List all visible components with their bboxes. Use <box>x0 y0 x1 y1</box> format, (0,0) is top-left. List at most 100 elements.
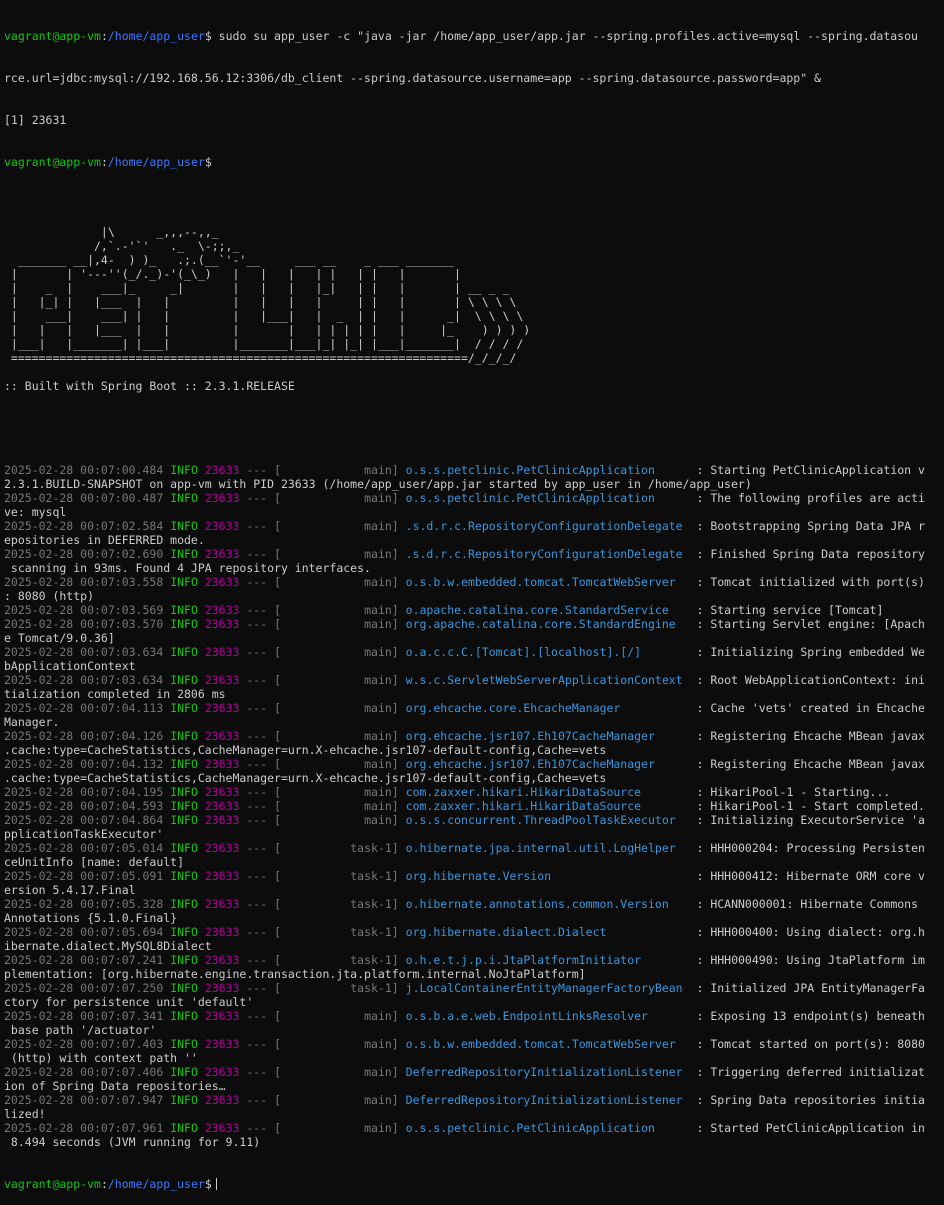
log-thread: task-1] <box>287 841 399 855</box>
log-thread: main] <box>287 645 399 659</box>
log-message: : HikariPool-1 - Starting... <box>689 785 891 799</box>
log-message: : Root WebApplicationContext: ini <box>689 673 925 687</box>
log-separator: --- [ <box>239 463 281 477</box>
log-continuation: .cache:type=CacheStatistics,CacheManager… <box>4 771 607 785</box>
log-separator: --- [ <box>239 1065 281 1079</box>
log-timestamp: 2025-02-28 00:07:07.250 <box>4 981 164 995</box>
log-level: INFO <box>170 491 198 505</box>
prompt-path: /home/app_user <box>107 1177 205 1191</box>
banner-line: | | | |___ | | | | | | | | | | |_ ) ) ) … <box>4 323 531 337</box>
log-level: INFO <box>170 1009 198 1023</box>
log-continuation: ibernate.dialect.MySQL8Dialect <box>4 939 212 953</box>
log-timestamp: 2025-02-28 00:07:03.570 <box>4 617 164 631</box>
log-entry: 2025-02-28 00:07:04.593 INFO 23633 --- [… <box>4 799 944 813</box>
log-thread: task-1] <box>287 869 399 883</box>
banner-line <box>4 407 944 421</box>
log-level: INFO <box>170 1065 198 1079</box>
prompt-symbol: $ <box>204 1177 212 1191</box>
log-message: : Spring Data repositories initia <box>689 1093 925 1107</box>
log-thread: main] <box>287 1093 399 1107</box>
terminal-window[interactable]: vagrant@app-vm:/home/app_user$ sudo su a… <box>0 0 944 1205</box>
log-thread: main] <box>287 603 399 617</box>
log-message: : Initializing ExecutorService 'a <box>689 813 925 827</box>
log-message: : Tomcat initialized with port(s) <box>689 575 925 589</box>
log-separator: --- [ <box>239 491 281 505</box>
log-level: INFO <box>170 869 198 883</box>
log-message: : Initializing Spring embedded We <box>689 645 925 659</box>
log-pid: 23633 <box>204 575 240 589</box>
log-pid: 23633 <box>204 953 240 967</box>
log-pid: 23633 <box>204 925 240 939</box>
log-entry: 2025-02-28 00:07:07.947 INFO 23633 --- [… <box>4 1093 944 1107</box>
log-thread: task-1] <box>287 897 399 911</box>
final-prompt-line[interactable]: vagrant@app-vm:/home/app_user$ <box>4 1177 944 1191</box>
log-level: INFO <box>170 897 198 911</box>
spring-banner: |\ _,,,--,,_ /,`.-'`' ._ \-;;,_ _______ … <box>4 197 944 435</box>
log-thread: task-1] <box>287 981 399 995</box>
log-separator: --- [ <box>239 1037 281 1051</box>
log-logger: .s.d.r.c.RepositoryConfigurationDelegate <box>405 547 683 561</box>
log-pid: 23633 <box>204 841 240 855</box>
log-timestamp: 2025-02-28 00:07:03.569 <box>4 603 164 617</box>
log-separator: --- [ <box>239 1093 281 1107</box>
log-separator: --- [ <box>239 1121 281 1135</box>
log-thread: main] <box>287 757 399 771</box>
text-cursor[interactable] <box>215 1178 217 1190</box>
log-continuation: lized! <box>4 1107 46 1121</box>
prompt-separator: : <box>100 29 108 43</box>
log-level: INFO <box>170 729 198 743</box>
log-logger: w.s.c.ServletWebServerApplicationContext <box>405 673 683 687</box>
log-level: INFO <box>170 785 198 799</box>
log-separator: --- [ <box>239 953 281 967</box>
log-pid: 23633 <box>204 785 240 799</box>
log-thread: main] <box>287 1037 399 1051</box>
log-thread: main] <box>287 701 399 715</box>
log-thread: main] <box>287 463 399 477</box>
log-pid: 23633 <box>204 673 240 687</box>
log-message: : Starting Servlet engine: [Apach <box>689 617 925 631</box>
banner-line: | _ | ___|_ _| | | | |_| | | | | __ _ _ <box>4 281 510 295</box>
log-output: 2025-02-28 00:07:00.484 INFO 23633 --- [… <box>4 463 944 1149</box>
log-timestamp: 2025-02-28 00:07:00.487 <box>4 491 164 505</box>
log-entry: 2025-02-28 00:07:00.487 INFO 23633 --- [… <box>4 491 944 505</box>
log-pid: 23633 <box>204 645 240 659</box>
log-timestamp: 2025-02-28 00:07:04.593 <box>4 799 164 813</box>
log-level: INFO <box>170 1121 198 1135</box>
log-logger: org.ehcache.core.EhcacheManager <box>405 701 683 715</box>
banner-line <box>4 393 944 407</box>
log-level: INFO <box>170 925 198 939</box>
log-thread: main] <box>287 673 399 687</box>
command-line-2: rce.url=jdbc:mysql://192.168.56.12:3306/… <box>4 71 821 85</box>
log-pid: 23633 <box>204 519 240 533</box>
log-continuation: pplicationTaskExecutor' <box>4 827 164 841</box>
log-pid: 23633 <box>204 701 240 715</box>
log-logger: o.s.s.concurrent.ThreadPoolTaskExecutor <box>405 813 683 827</box>
log-pid: 23633 <box>204 1093 240 1107</box>
log-logger: j.LocalContainerEntityManagerFactoryBean <box>405 981 683 995</box>
log-message: : Started PetClinicApplication in <box>689 1121 925 1135</box>
log-pid: 23633 <box>204 1009 240 1023</box>
log-separator: --- [ <box>239 701 281 715</box>
log-logger: o.s.b.w.embedded.tomcat.TomcatWebServer <box>405 1037 683 1051</box>
log-entry: 2025-02-28 00:07:05.091 INFO 23633 --- [… <box>4 869 944 883</box>
log-logger: org.apache.catalina.core.StandardEngine <box>405 617 683 631</box>
log-timestamp: 2025-02-28 00:07:07.341 <box>4 1009 164 1023</box>
log-pid: 23633 <box>204 603 240 617</box>
log-message: : Tomcat started on port(s): 8080 <box>689 1037 925 1051</box>
log-message: : Starting PetClinicApplication v <box>689 463 925 477</box>
log-pid: 23633 <box>204 1037 240 1051</box>
log-separator: --- [ <box>239 785 281 799</box>
log-timestamp: 2025-02-28 00:07:02.584 <box>4 519 164 533</box>
log-continuation: Manager. <box>4 715 60 729</box>
log-continuation: ctory for persistence unit 'default' <box>4 995 254 1009</box>
log-thread: main] <box>287 785 399 799</box>
log-logger: com.zaxxer.hikari.HikariDataSource <box>405 799 683 813</box>
log-separator: --- [ <box>239 757 281 771</box>
prompt-user-host: vagrant@app-vm <box>4 155 101 169</box>
log-message: : HHH000400: Using dialect: org.h <box>689 925 925 939</box>
log-message: : HHH000204: Processing Persisten <box>689 841 925 855</box>
log-message: : HikariPool-1 - Start completed. <box>689 799 925 813</box>
banner-line <box>4 197 944 211</box>
log-entry: 2025-02-28 00:07:07.250 INFO 23633 --- [… <box>4 981 944 995</box>
log-continuation: : 8080 (http) <box>4 589 95 603</box>
